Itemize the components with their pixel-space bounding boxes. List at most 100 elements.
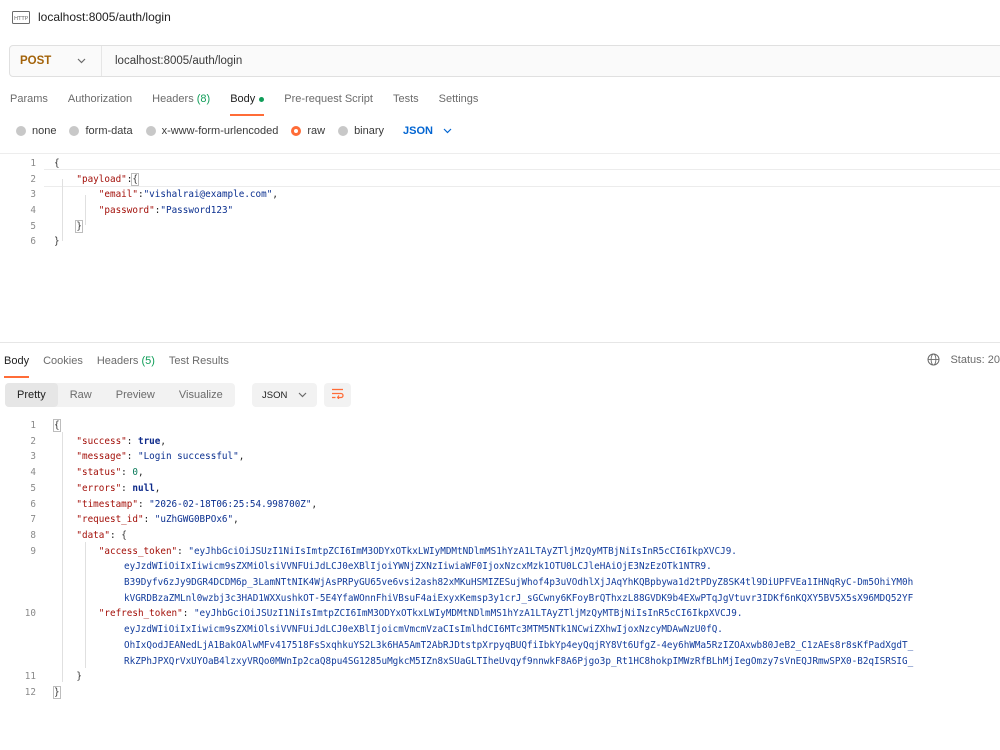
json-string: "eyJhbGciOiJSUzI1NiIsImtpZCI6ImM3ODYxOTk… xyxy=(188,545,737,557)
json-string: eyJzdWIiOiIxIiwicm9sZXMiOlsiVVNFUiJdLCJ0… xyxy=(124,561,712,573)
json-string: B39Dyfv6zJy9DGR4DCDM6p_3LamNTtNIK4WjAsPR… xyxy=(124,577,914,588)
brace-match: { xyxy=(131,173,139,186)
body-language-select[interactable]: JSON xyxy=(403,125,452,137)
headers-count: (5) xyxy=(141,355,155,367)
brace-match: } xyxy=(75,220,83,233)
tab-response-body[interactable]: Body xyxy=(0,352,36,378)
json-null: null xyxy=(132,482,155,494)
radio-label: binary xyxy=(354,125,385,137)
response-body-viewer[interactable]: 1 { 2 "success": true, 3 "message": "Logi… xyxy=(0,418,1000,708)
view-mode-toggle: Pretty Raw Preview Visualize xyxy=(5,383,235,407)
line-number: 4 xyxy=(30,205,36,216)
radio-none[interactable]: none xyxy=(16,125,56,137)
response-format-label: JSON xyxy=(262,389,288,401)
line-text: "timestamp": "2026-02-18T06:25:54.998700… xyxy=(76,498,318,510)
tab-label: Body xyxy=(230,93,256,105)
radio-circle xyxy=(145,126,156,136)
tab-label: Headers xyxy=(152,93,194,105)
method-select[interactable]: POST xyxy=(10,46,102,76)
brace: { xyxy=(121,529,127,541)
tab-pre-request-script[interactable]: Pre-request Script xyxy=(274,90,383,112)
json-string: "eyJhbGciOiJSUzI1NiIsImtpZCI6ImM3ODYxOTk… xyxy=(193,608,743,620)
wrap-lines-button[interactable] xyxy=(324,383,351,407)
json-string: "Login successful" xyxy=(137,451,239,463)
brace: { xyxy=(54,158,60,169)
json-key: "timestamp" xyxy=(76,498,138,510)
json-string: "uZhGWG0BPOx6" xyxy=(154,514,234,526)
tab-label: Tests xyxy=(392,93,419,105)
tab-headers[interactable]: Headers (8) xyxy=(142,90,220,112)
tab-params[interactable]: Params xyxy=(0,90,58,112)
tab-label: Cookies xyxy=(43,355,83,367)
json-key: "message" xyxy=(76,451,127,463)
http-request-icon: HTTP xyxy=(12,10,30,24)
line-text: "data": { xyxy=(76,529,127,541)
line-text: "status": 0, xyxy=(76,467,144,479)
json-string: eyJzdWIiOiIxIiwicm9sZXMiOlsiVVNFUiJdLCJ0… xyxy=(124,624,723,636)
json-key: "access_token" xyxy=(98,545,178,557)
line-text: "request_id": "uZhGWG0BPOx6", xyxy=(76,514,239,526)
line-number: 2 xyxy=(30,435,36,447)
response-tabs: Body Cookies Headers (5) Test Results xyxy=(0,352,236,378)
line-text: kVGRDBzaZMLnl0wzbj3c3HAD1WXXushkOT-5E4Yf… xyxy=(124,591,913,607)
json-string: kVGRDBzaZMLnl0wzbj3c3HAD1WXXushkOT-5E4Yf… xyxy=(124,592,914,604)
view-raw[interactable]: Raw xyxy=(58,383,104,407)
view-preview[interactable]: Preview xyxy=(104,383,167,407)
brace: } xyxy=(54,236,60,247)
line-number: 5 xyxy=(30,221,36,232)
line-number: 10 xyxy=(24,608,36,620)
tab-cookies[interactable]: Cookies xyxy=(36,352,90,374)
tab-test-results[interactable]: Test Results xyxy=(162,352,236,374)
request-title[interactable]: localhost:8005/auth/login xyxy=(38,10,171,24)
chevron-down-icon xyxy=(77,56,86,67)
tab-body[interactable]: Body xyxy=(220,90,274,116)
radio-circle xyxy=(338,126,349,136)
tab-response-headers[interactable]: Headers (5) xyxy=(90,352,162,374)
line-text: } xyxy=(53,685,61,701)
line-number: 4 xyxy=(30,467,36,479)
request-body-editor[interactable]: 1 { 2 "payload":{ 3 "email":"vishalrai@ex… xyxy=(0,153,1000,343)
url-bar: POST localhost:8005/auth/login xyxy=(9,45,1000,77)
tab-authorization[interactable]: Authorization xyxy=(58,90,142,112)
json-string: RkZPhJPXQrVxUYOaB4lzxyVRQo0MWnIp2caQ8pu4… xyxy=(124,655,914,667)
radio-circle xyxy=(16,126,26,136)
json-key: "errors" xyxy=(76,482,122,494)
tab-label: Test Results xyxy=(168,355,229,367)
json-key: "success" xyxy=(76,435,127,447)
line-number: 5 xyxy=(30,482,36,494)
line-number: 12 xyxy=(24,686,36,698)
url-input[interactable]: localhost:8005/auth/login xyxy=(115,55,242,67)
line-number: 3 xyxy=(30,189,36,200)
radio-binary[interactable]: binary xyxy=(338,125,384,137)
line-text: "email":"vishalrai@example.com", xyxy=(98,189,278,200)
json-key: "request_id" xyxy=(76,514,144,526)
json-number: 0 xyxy=(132,467,138,479)
line-text: "password":"Password123" xyxy=(98,205,234,216)
view-pretty[interactable]: Pretty xyxy=(5,383,58,407)
view-visualize[interactable]: Visualize xyxy=(167,383,235,407)
line-text: eyJzdWIiOiIxIiwicm9sZXMiOlsiVVNFUiJdLCJ0… xyxy=(124,559,712,575)
response-format-select[interactable]: JSON xyxy=(252,383,317,407)
line-text: "access_token": "eyJhbGciOiJSUzI1NiIsImt… xyxy=(98,545,737,557)
radio-form-data[interactable]: form-data xyxy=(69,125,133,137)
body-type-row: none form-data x-www-form-urlencoded raw… xyxy=(0,122,452,140)
radio-x-www-form-urlencoded[interactable]: x-www-form-urlencoded xyxy=(145,125,278,137)
json-string: "vishalrai@example.com" xyxy=(143,189,273,200)
tab-tests[interactable]: Tests xyxy=(383,90,429,112)
json-key: "email" xyxy=(98,189,138,200)
svg-text:HTTP: HTTP xyxy=(14,16,29,22)
chevron-down-icon xyxy=(443,126,452,136)
globe-icon[interactable] xyxy=(927,353,940,366)
line-text: { xyxy=(53,418,61,434)
brace-match: { xyxy=(53,419,61,432)
line-text: RkZPhJPXQrVxUYOaB4lzxyVRQo0MWnIp2caQ8pu4… xyxy=(124,654,913,670)
active-tab-underline xyxy=(230,114,265,116)
tab-settings[interactable]: Settings xyxy=(429,90,489,112)
json-key: "payload" xyxy=(76,174,127,185)
radio-raw[interactable]: raw xyxy=(291,125,325,137)
wrap-lines-icon xyxy=(331,386,344,404)
line-text: "errors": null, xyxy=(76,482,161,494)
json-key: "data" xyxy=(76,529,110,541)
line-text: "payload":{ xyxy=(76,173,139,186)
line-text: "success": true, xyxy=(76,435,166,447)
